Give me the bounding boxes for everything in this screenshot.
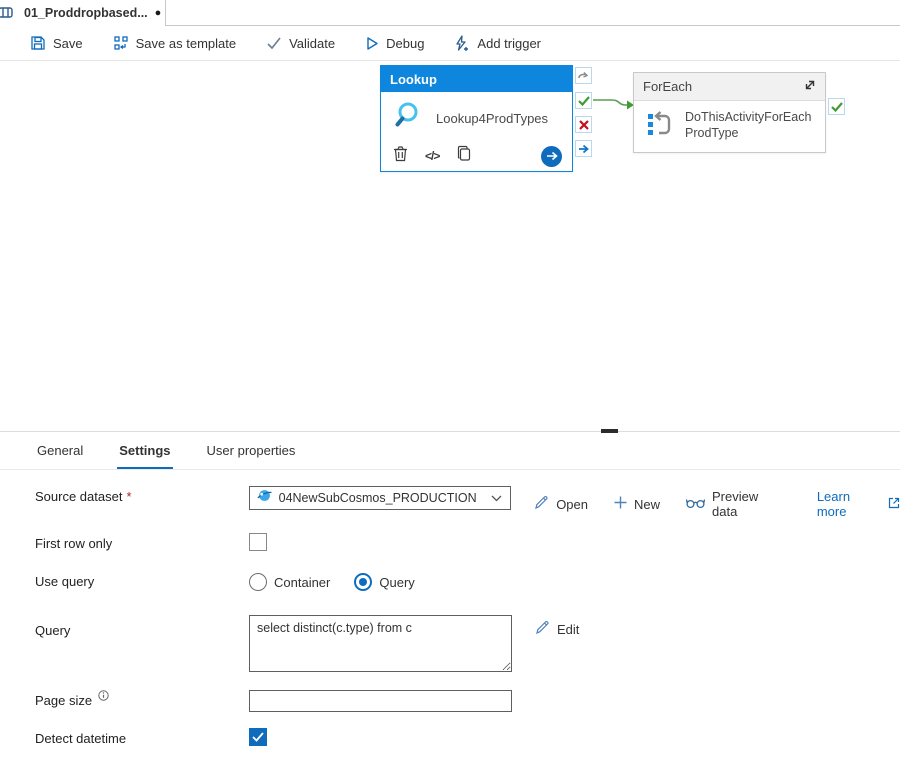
lookup-node-header[interactable]: Lookup <box>381 66 572 92</box>
detect-datetime-checkbox[interactable] <box>249 728 267 746</box>
settings-form: Source dataset * 04NewSubCosmos_PRODUCTI… <box>0 470 900 766</box>
foreach-node-body: DoThisActivityForEachProdType <box>634 101 825 143</box>
source-dataset-dropdown[interactable]: 04NewSubCosmos_PRODUCTION <box>248 486 512 510</box>
dataset-actions: Open New Preview data Learn more <box>534 486 900 519</box>
tab-user-properties[interactable]: User properties <box>205 433 298 469</box>
info-icon <box>98 689 109 704</box>
play-icon <box>365 36 379 51</box>
query-textarea[interactable]: select distinct(c.type) from c <box>249 615 512 672</box>
debug-label: Debug <box>386 35 425 51</box>
foreach-type-label: ForEach <box>643 79 693 94</box>
clone-icon[interactable] <box>456 145 472 167</box>
query-actions: Edit <box>535 615 579 638</box>
lookup-activity-name: Lookup4ProdTypes <box>436 111 549 126</box>
open-dataset-button[interactable]: Open <box>534 495 588 513</box>
save-as-template-label: Save as template <box>135 35 237 51</box>
source-dataset-label: Source dataset * <box>35 489 132 504</box>
port-failure-icon[interactable] <box>575 116 592 133</box>
foreach-port-success-icon[interactable] <box>828 98 845 115</box>
debug-button[interactable]: Debug <box>365 36 424 51</box>
add-trigger-label: Add trigger <box>477 35 542 51</box>
tab-general[interactable]: General <box>35 433 85 469</box>
lookup-activity-node[interactable]: Lookup Lookup4ProdTypes </> <box>380 65 573 172</box>
add-trigger-button[interactable]: Add trigger <box>454 34 542 52</box>
port-completion-icon[interactable] <box>575 140 592 157</box>
document-tab-bar: 01_Proddropbased... ● <box>0 0 900 26</box>
checkmark-icon <box>266 36 282 50</box>
code-icon[interactable]: </> <box>425 149 440 163</box>
use-query-row: Use query Container Query <box>35 571 900 591</box>
port-success-icon[interactable] <box>575 92 592 109</box>
lightning-plus-icon <box>454 34 470 52</box>
pencil-icon <box>535 620 550 638</box>
source-dataset-value: 04NewSubCosmos_PRODUCTION <box>278 491 477 505</box>
port-skipped-icon[interactable] <box>575 67 592 84</box>
pipeline-tab[interactable]: 01_Proddropbased... ● <box>0 0 166 26</box>
lookup-magnifier-icon <box>394 100 426 137</box>
pencil-icon <box>534 495 549 513</box>
first-row-only-checkbox[interactable] <box>249 533 267 551</box>
first-row-only-row: First row only <box>35 533 900 551</box>
page-size-label: Page size <box>35 690 249 708</box>
save-button[interactable]: Save <box>30 35 83 51</box>
activity-config-panel: General Settings User properties Source … <box>0 429 900 766</box>
query-row: Query select distinct(c.type) from c Edi… <box>35 615 900 672</box>
first-row-only-label: First row only <box>35 536 113 551</box>
cosmosdb-dataset-icon <box>257 488 272 508</box>
pipeline-toolbar: Save Save as template Validate Debug Add… <box>0 26 900 61</box>
page-size-input[interactable] <box>249 690 512 712</box>
tab-title: 01_Proddropbased... <box>24 6 148 20</box>
foreach-activity-name: DoThisActivityForEachProdType <box>685 110 812 140</box>
pipeline-canvas[interactable]: Lookup Lookup4ProdTypes </> ForEach DoTh… <box>0 61 900 431</box>
external-link-icon <box>888 497 900 512</box>
lookup-type-label: Lookup <box>390 71 437 87</box>
expand-icon[interactable] <box>803 78 817 95</box>
page-size-row: Page size <box>35 690 900 712</box>
use-query-options: Container Query <box>249 571 415 591</box>
lookup-node-actions: </> <box>381 141 572 167</box>
detect-datetime-label: Detect datetime <box>35 731 127 746</box>
delete-icon[interactable] <box>393 145 408 167</box>
save-label: Save <box>53 35 83 51</box>
save-as-template-icon <box>113 35 129 51</box>
preview-data-button[interactable]: Preview data <box>685 489 787 519</box>
source-dataset-row: Source dataset * 04NewSubCosmos_PRODUCTI… <box>35 486 900 519</box>
chevron-down-icon <box>491 489 502 507</box>
tabbar-underline <box>166 25 900 26</box>
tab-settings[interactable]: Settings <box>117 433 173 469</box>
edit-query-button[interactable]: Edit <box>535 620 579 638</box>
panel-resize-handle[interactable] <box>601 429 618 433</box>
lookup-node-body: Lookup4ProdTypes <box>381 92 572 141</box>
radio-query[interactable]: Query <box>354 573 415 591</box>
required-asterisk: * <box>126 489 132 504</box>
foreach-node-header[interactable]: ForEach <box>634 73 825 101</box>
learn-more-link[interactable]: Learn more <box>817 489 900 519</box>
unsaved-changes-indicator: ● <box>154 6 162 19</box>
config-tabs: General Settings User properties <box>0 432 900 470</box>
radio-container[interactable]: Container <box>249 573 330 591</box>
use-query-label: Use query <box>35 574 95 589</box>
save-as-template-button[interactable]: Save as template <box>113 35 236 51</box>
pipeline-icon <box>0 5 14 25</box>
glasses-icon <box>685 497 706 512</box>
validate-label: Validate <box>289 35 336 51</box>
detect-datetime-row: Detect datetime <box>35 728 900 746</box>
new-dataset-button[interactable]: New <box>614 496 660 512</box>
validate-button[interactable]: Validate <box>266 36 335 51</box>
query-label: Query <box>35 623 71 638</box>
radio-query-circle[interactable] <box>354 573 373 591</box>
navigate-arrow-button[interactable] <box>541 145 562 167</box>
foreach-activity-node[interactable]: ForEach DoThisActivityForEachProdType <box>633 72 826 153</box>
radio-container-circle[interactable] <box>249 573 267 591</box>
save-icon <box>30 35 46 51</box>
plus-icon <box>614 496 627 512</box>
foreach-loop-icon <box>647 110 673 143</box>
